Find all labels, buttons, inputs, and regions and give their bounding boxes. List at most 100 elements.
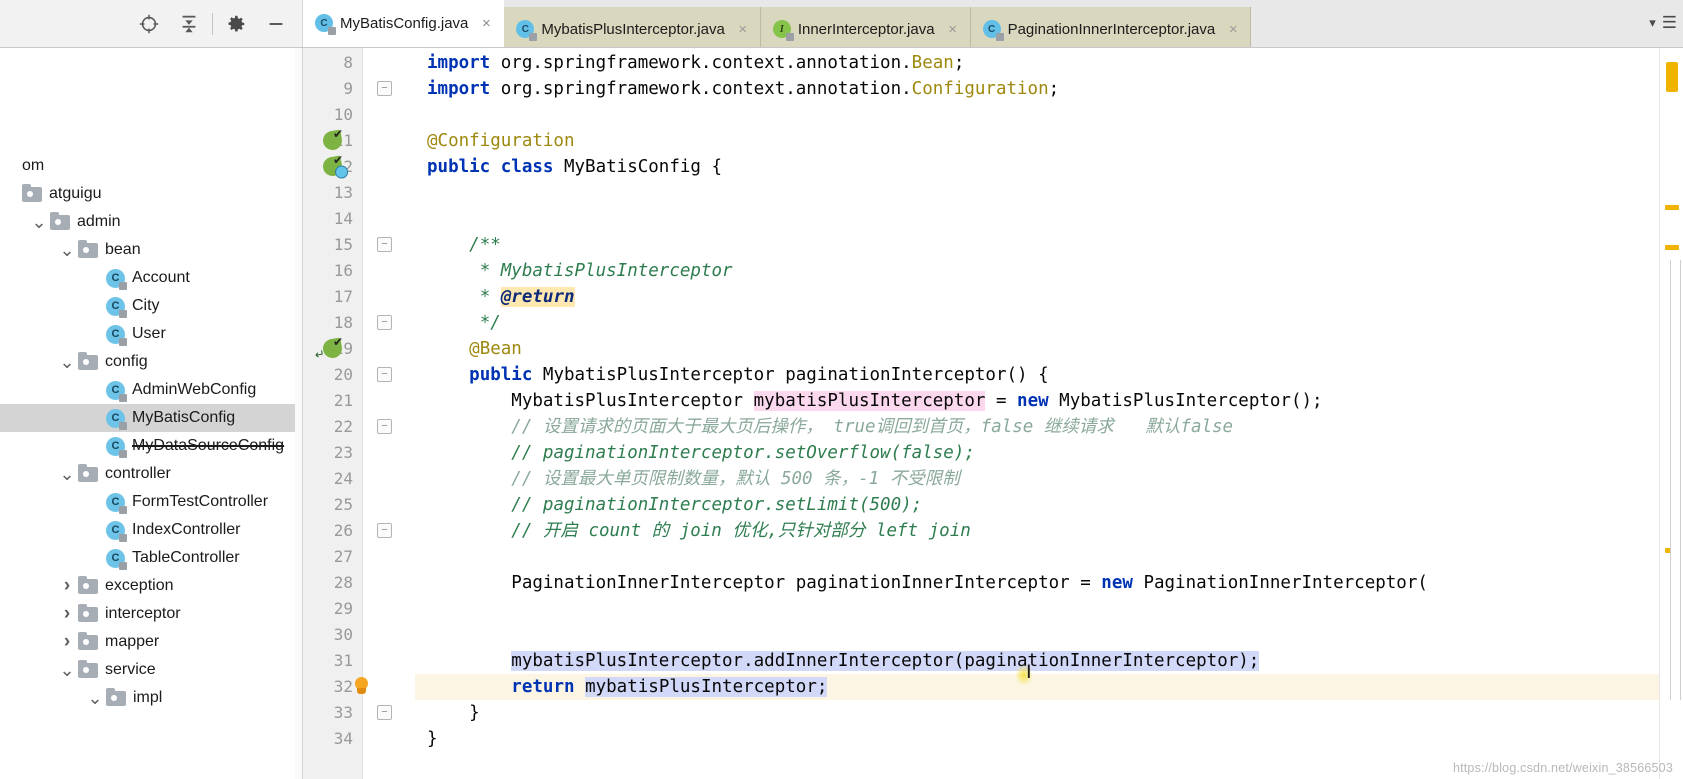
code-fold-toggle[interactable]: − [377,237,392,252]
toolbar-divider [212,12,213,35]
sidebar-scrollbar[interactable] [295,48,302,779]
code-editor[interactable]: 8910111213141516171819202122232425262728… [303,48,1683,779]
tree-item-mybatisconfig[interactable]: C MyBatisConfig [0,404,302,432]
close-icon[interactable]: × [1226,21,1240,38]
tab-strip: C MyBatisConfig.java × C MybatisPlusIntercep… [303,0,1252,47]
line-number: 21 [333,391,353,410]
chevron-down-icon[interactable]: ⌄ [28,213,50,231]
tab-list-icon[interactable]: ☰ [1662,13,1677,33]
project-tree[interactable]: om atguigu ⌄ admin ⌄ bean C Account C City C User ⌄ c… [0,48,303,779]
editor-tab-label: MybatisPlusInterceptor.java [541,20,725,38]
collapse-all-icon[interactable] [169,7,209,41]
code-fold-toggle[interactable]: − [377,523,392,538]
line-number: 15 [333,235,353,254]
tree-item-account[interactable]: C Account [0,264,302,292]
editor-tab-2[interactable]: C MybatisPlusInterceptor.java × [504,7,761,47]
java-class-icon: C [106,548,127,570]
code-line: @Configuration [427,131,575,151]
intention-bulb-icon[interactable] [351,676,373,698]
editor-tab-1[interactable]: C MyBatisConfig.java × [303,0,505,47]
tree-item-city[interactable]: C City [0,292,302,320]
code-fold-toggle[interactable]: − [377,419,392,434]
top-bar: C MyBatisConfig.java × C MybatisPlusIntercep… [0,0,1683,48]
folder-icon [22,183,42,202]
tree-item-adminwebconfig[interactable]: C AdminWebConfig [0,376,302,404]
tree-item-mydatasourceconfig[interactable]: C MyDataSourceConfig [0,432,302,460]
locate-target-icon[interactable] [129,7,169,41]
editor-vertical-scrollbar[interactable] [1670,260,1681,700]
error-marker-bar[interactable] [1659,48,1683,779]
line-number: 28 [333,573,353,592]
marker-warning[interactable] [1666,62,1678,92]
tree-item-config[interactable]: ⌄ config [0,348,302,376]
java-class-icon: C [315,14,336,35]
tree-item-atguigu[interactable]: atguigu [0,180,302,208]
folder-icon [78,463,98,482]
tree-item-impl[interactable]: ⌄ impl [0,684,302,712]
code-line: MybatisPlusInterceptor mybatisPlusInterc… [427,391,1323,411]
marker-warning[interactable] [1665,205,1679,210]
tree-item-om[interactable]: om [0,152,302,180]
tree-item-bean[interactable]: ⌄ bean [0,236,302,264]
tree-item-exception[interactable]: › exception [0,572,302,600]
tree-item-controller[interactable]: ⌄ controller [0,460,302,488]
editor-tab-4[interactable]: C PaginationInnerInterceptor.java × [970,7,1252,47]
java-class-icon: C [982,20,1004,41]
folder-icon [78,239,98,258]
chevron-down-icon[interactable]: ⌄ [56,465,78,483]
tree-item-label: atguigu [49,185,102,202]
code-fold-toggle[interactable]: − [377,367,392,382]
spring-bean-gutter-icon[interactable]: ✔ ↵ [314,335,345,362]
settings-gear-icon[interactable] [216,7,256,41]
code-fold-toggle[interactable]: − [377,705,392,720]
line-number: 24 [333,469,353,488]
tree-item-label: AdminWebConfig [132,381,257,398]
tree-top-spacer [0,52,302,152]
chevron-right-icon[interactable]: › [56,631,78,653]
tree-item-label: FormTestController [132,493,269,510]
editor-tab-3[interactable]: I InnerInterceptor.java × [760,7,971,47]
gutter-icon-bar[interactable]: − ✔ ✔ − − ✔ ↵ − − − − [314,48,415,779]
marker-warning[interactable] [1665,245,1679,250]
chevron-down-icon[interactable]: ⌄ [56,353,78,371]
java-class-icon: C [516,20,538,41]
close-icon[interactable]: × [479,15,493,32]
code-text-area[interactable]: import org.springframework.context.annot… [415,48,1659,779]
tree-item-indexcontroller[interactable]: C IndexController [0,516,302,544]
tree-item-label: exception [105,577,174,594]
chevron-right-icon[interactable]: › [56,575,78,597]
tree-item-formtestcontroller[interactable]: C FormTestController [0,488,302,516]
tree-item-service[interactable]: ⌄ service [0,656,302,684]
code-fold-toggle[interactable]: − [377,81,392,96]
chevron-right-icon[interactable]: › [56,603,78,625]
folder-icon [78,631,98,650]
code-fold-toggle[interactable]: − [377,315,392,330]
java-class-icon: C [106,380,127,402]
hide-panel-icon[interactable] [256,7,296,41]
chevron-down-icon[interactable]: ⌄ [56,661,78,679]
code-line: // paginationInterceptor.setOverflow(fal… [511,443,975,463]
tree-item-label: IndexController [132,521,241,538]
tree-item-interceptor[interactable]: › interceptor [0,600,302,628]
editor-tab-label: PaginationInnerInterceptor.java [1007,20,1216,38]
spring-bean-gutter-icon[interactable]: ✔ [321,127,345,153]
spring-bean-gutter-icon[interactable]: ✔ [321,153,350,180]
close-icon[interactable]: × [946,21,960,38]
code-line: // 开启 count 的 join 优化,只针对部分 left join [511,521,971,541]
chevron-down-icon[interactable]: ▾ [1649,15,1656,31]
code-line: // 设置最大单页限制数量，默认 500 条，-1 不受限制 [511,469,960,489]
chevron-down-icon[interactable]: ⌄ [84,689,106,707]
tree-item-user[interactable]: C User [0,320,302,348]
close-icon[interactable]: × [736,21,750,38]
line-number: 33 [333,703,353,722]
code-line: public MybatisPlusInterceptor pagination… [469,365,1049,385]
tree-item-label: MyDataSourceConfig [132,437,285,454]
tree-item-tablecontroller[interactable]: C TableController [0,544,302,572]
tree-item-admin[interactable]: ⌄ admin [0,208,302,236]
line-number: 10 [333,105,353,124]
tree-item-mapper[interactable]: › mapper [0,628,302,656]
java-class-icon: C [106,436,127,458]
chevron-down-icon[interactable]: ⌄ [56,241,78,259]
line-number: 13 [333,183,353,202]
tab-bar-actions: ▾ ☰ [1649,0,1683,47]
